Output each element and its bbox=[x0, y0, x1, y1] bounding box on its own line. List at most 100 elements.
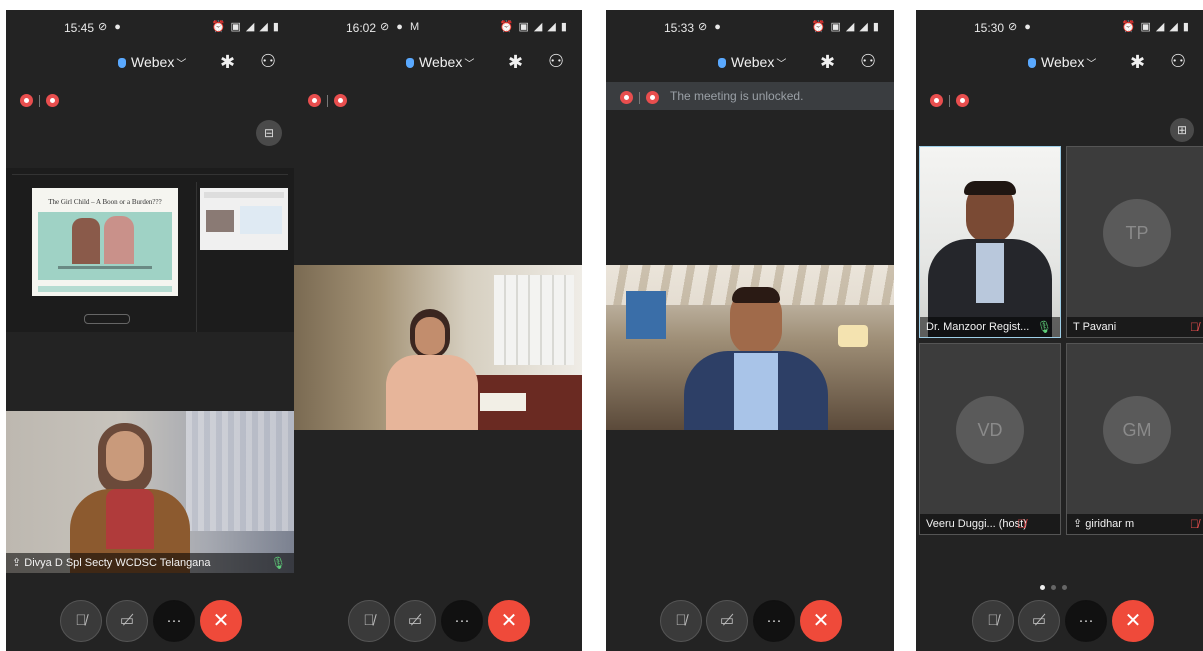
video-button[interactable]: ▭̸ bbox=[706, 600, 748, 642]
status-time: 15:30 bbox=[974, 21, 1005, 35]
mic-muted-icon: 🎙̸ bbox=[1190, 517, 1199, 531]
pager-control[interactable] bbox=[84, 314, 130, 324]
shared-side-divider bbox=[196, 182, 197, 332]
status-icons-right: ⏰ ▣ ◢ ◢ ▮ bbox=[811, 21, 880, 33]
shared-slide: The Girl Child – A Boon or a Burden??? bbox=[32, 188, 178, 296]
status-icons-left: ⊘ ● M bbox=[380, 21, 422, 33]
shield-icon bbox=[118, 58, 126, 68]
participant-tile[interactable]: TP T Pavani 🎙̸ bbox=[1066, 146, 1203, 338]
more-icon: ··· bbox=[766, 612, 782, 629]
video-off-icon: ▭̸ bbox=[1031, 612, 1047, 629]
participant-name-bar: T Pavani 🎙̸ bbox=[1067, 317, 1203, 337]
end-call-button[interactable]: ✕ bbox=[800, 600, 842, 642]
end-call-icon: ✕ bbox=[812, 610, 830, 632]
video-button[interactable]: ▭̸ bbox=[106, 600, 148, 642]
participant-name: giridhar m bbox=[1085, 518, 1135, 530]
more-button[interactable]: ··· bbox=[153, 600, 195, 642]
participant-name: T Pavani bbox=[1073, 321, 1117, 333]
status-icons-right: ⏰ ▣ ◢ ◢ ▮ bbox=[499, 21, 568, 33]
participants-icon[interactable]: ⚇ bbox=[860, 51, 876, 72]
status-time: 15:45 bbox=[64, 21, 95, 35]
shared-toolbar bbox=[12, 170, 288, 175]
banner-text: The meeting is unlocked. bbox=[670, 89, 804, 103]
meeting-top-bar: Webex ﹀ ✱ ⚇ bbox=[606, 46, 894, 76]
video-button[interactable]: ▭̸ bbox=[1018, 600, 1060, 642]
call-controls: 🎙̸ ▭̸ ··· ✕ bbox=[606, 600, 894, 642]
audio-source-selector[interactable]: Webex ﹀ bbox=[406, 54, 474, 70]
avatar: TP bbox=[1103, 199, 1171, 267]
record-dot-icon bbox=[646, 91, 659, 105]
more-button[interactable]: ··· bbox=[753, 600, 795, 642]
end-call-icon: ✕ bbox=[1124, 610, 1142, 632]
participant-tile[interactable]: VD Veeru Duggi... (host) 🎙̸ bbox=[919, 343, 1061, 535]
recording-icon bbox=[620, 91, 633, 105]
mic-off-icon: 🎙̸ bbox=[75, 612, 87, 629]
participants-icon[interactable]: ⚇ bbox=[1170, 51, 1186, 72]
audio-source-label: Webex bbox=[419, 54, 463, 70]
participant-name-bar: Veeru Duggi... (host) 🎙̸ bbox=[920, 514, 1060, 534]
page-indicator[interactable] bbox=[1040, 577, 1073, 595]
phone-screen-4: 15:30 ⊘ ● ⏰ ▣ ◢ ◢ ▮ Webex ﹀ ✱ ⚇ ⊞ Dr. Man… bbox=[916, 10, 1203, 651]
meeting-top-bar: Webex ﹀ ✱ ⚇ bbox=[294, 46, 582, 76]
chevron-down-icon: ﹀ bbox=[776, 59, 787, 70]
mic-off-icon: 🎙̸ bbox=[987, 612, 999, 629]
status-time: 16:02 bbox=[346, 21, 377, 35]
recording-indicators bbox=[620, 89, 659, 105]
recording-indicators bbox=[308, 92, 347, 108]
recording-icon bbox=[20, 94, 33, 108]
participant-name-bar: Dr. Manzoor Regist... 🎙 bbox=[920, 317, 1060, 337]
end-call-button[interactable]: ✕ bbox=[200, 600, 242, 642]
status-icons-left: ⊘ ● bbox=[98, 21, 123, 33]
record-dot-icon bbox=[956, 94, 969, 108]
participant-name: Veeru Duggi... (host) bbox=[926, 518, 1027, 530]
video-button[interactable]: ▭̸ bbox=[394, 600, 436, 642]
phone-screen-3: 15:33 ⊘ ● ⏰ ▣ ◢ ◢ ▮ Webex ﹀ ✱ ⚇ The meeti… bbox=[606, 10, 894, 651]
end-call-button[interactable]: ✕ bbox=[488, 600, 530, 642]
bluetooth-icon[interactable]: ✱ bbox=[508, 52, 523, 73]
participants-icon[interactable]: ⚇ bbox=[548, 51, 564, 72]
bluetooth-icon[interactable]: ✱ bbox=[220, 52, 235, 73]
more-icon: ··· bbox=[1078, 612, 1094, 629]
bluetooth-icon[interactable]: ✱ bbox=[820, 52, 835, 73]
shared-side-panel bbox=[200, 188, 288, 250]
more-button[interactable]: ··· bbox=[1065, 600, 1107, 642]
mic-muted-icon: 🎙̸ bbox=[1190, 320, 1199, 334]
mic-off-icon: 🎙̸ bbox=[363, 612, 375, 629]
mute-button[interactable]: 🎙̸ bbox=[972, 600, 1014, 642]
status-bar: 16:02 ⊘ ● M ⏰ ▣ ◢ ◢ ▮ bbox=[294, 10, 582, 44]
speaker-name-bar: ⇪ Divya D Spl Secty WCDSC Telangana 🎙 bbox=[6, 553, 294, 573]
layout-toggle-button[interactable]: ⊟ bbox=[256, 120, 282, 146]
participants-icon[interactable]: ⚇ bbox=[260, 51, 276, 72]
audio-source-selector[interactable]: Webex ﹀ bbox=[118, 54, 186, 70]
participant-tile[interactable]: GM ⇪ giridhar m 🎙̸ bbox=[1066, 343, 1203, 535]
video-off-icon: ▭̸ bbox=[719, 612, 735, 629]
call-controls: 🎙̸ ▭̸ ··· ✕ bbox=[916, 600, 1203, 642]
audio-source-selector[interactable]: Webex ﹀ bbox=[1028, 54, 1096, 70]
mute-button[interactable]: 🎙̸ bbox=[660, 600, 702, 642]
end-call-icon: ✕ bbox=[212, 610, 230, 632]
shield-icon bbox=[718, 58, 726, 68]
video-off-icon: ▭̸ bbox=[407, 612, 423, 629]
more-button[interactable]: ··· bbox=[441, 600, 483, 642]
mic-off-icon: 🎙̸ bbox=[675, 612, 687, 629]
mute-button[interactable]: 🎙̸ bbox=[60, 600, 102, 642]
status-icons-left: ⊘ ● bbox=[698, 21, 723, 33]
video-off-icon: ▭̸ bbox=[119, 612, 135, 629]
participant-tile[interactable]: Dr. Manzoor Regist... 🎙 bbox=[919, 146, 1061, 338]
phone-screen-2: 16:02 ⊘ ● M ⏰ ▣ ◢ ◢ ▮ Webex ﹀ ✱ ⚇ 🎙̸ ▭̸ ·… bbox=[294, 10, 582, 651]
meeting-top-bar: Webex ﹀ ✱ ⚇ bbox=[916, 46, 1203, 76]
chevron-down-icon: ﹀ bbox=[176, 59, 187, 70]
share-icon: ⇪ bbox=[12, 557, 22, 569]
record-dot-icon bbox=[334, 94, 347, 108]
record-dot-icon bbox=[46, 94, 59, 108]
layout-toggle-button[interactable]: ⊞ bbox=[1170, 118, 1194, 142]
meeting-top-bar: Webex ﹀ ✱ ⚇ bbox=[6, 46, 294, 76]
end-call-button[interactable]: ✕ bbox=[1112, 600, 1154, 642]
mute-button[interactable]: 🎙̸ bbox=[348, 600, 390, 642]
bluetooth-icon[interactable]: ✱ bbox=[1130, 52, 1145, 73]
audio-source-selector[interactable]: Webex ﹀ bbox=[718, 54, 786, 70]
status-bar: 15:30 ⊘ ● ⏰ ▣ ◢ ◢ ▮ bbox=[916, 10, 1203, 44]
slide-image bbox=[38, 212, 172, 280]
avatar: VD bbox=[956, 396, 1024, 464]
participant-name: Dr. Manzoor Regist... bbox=[926, 321, 1030, 333]
